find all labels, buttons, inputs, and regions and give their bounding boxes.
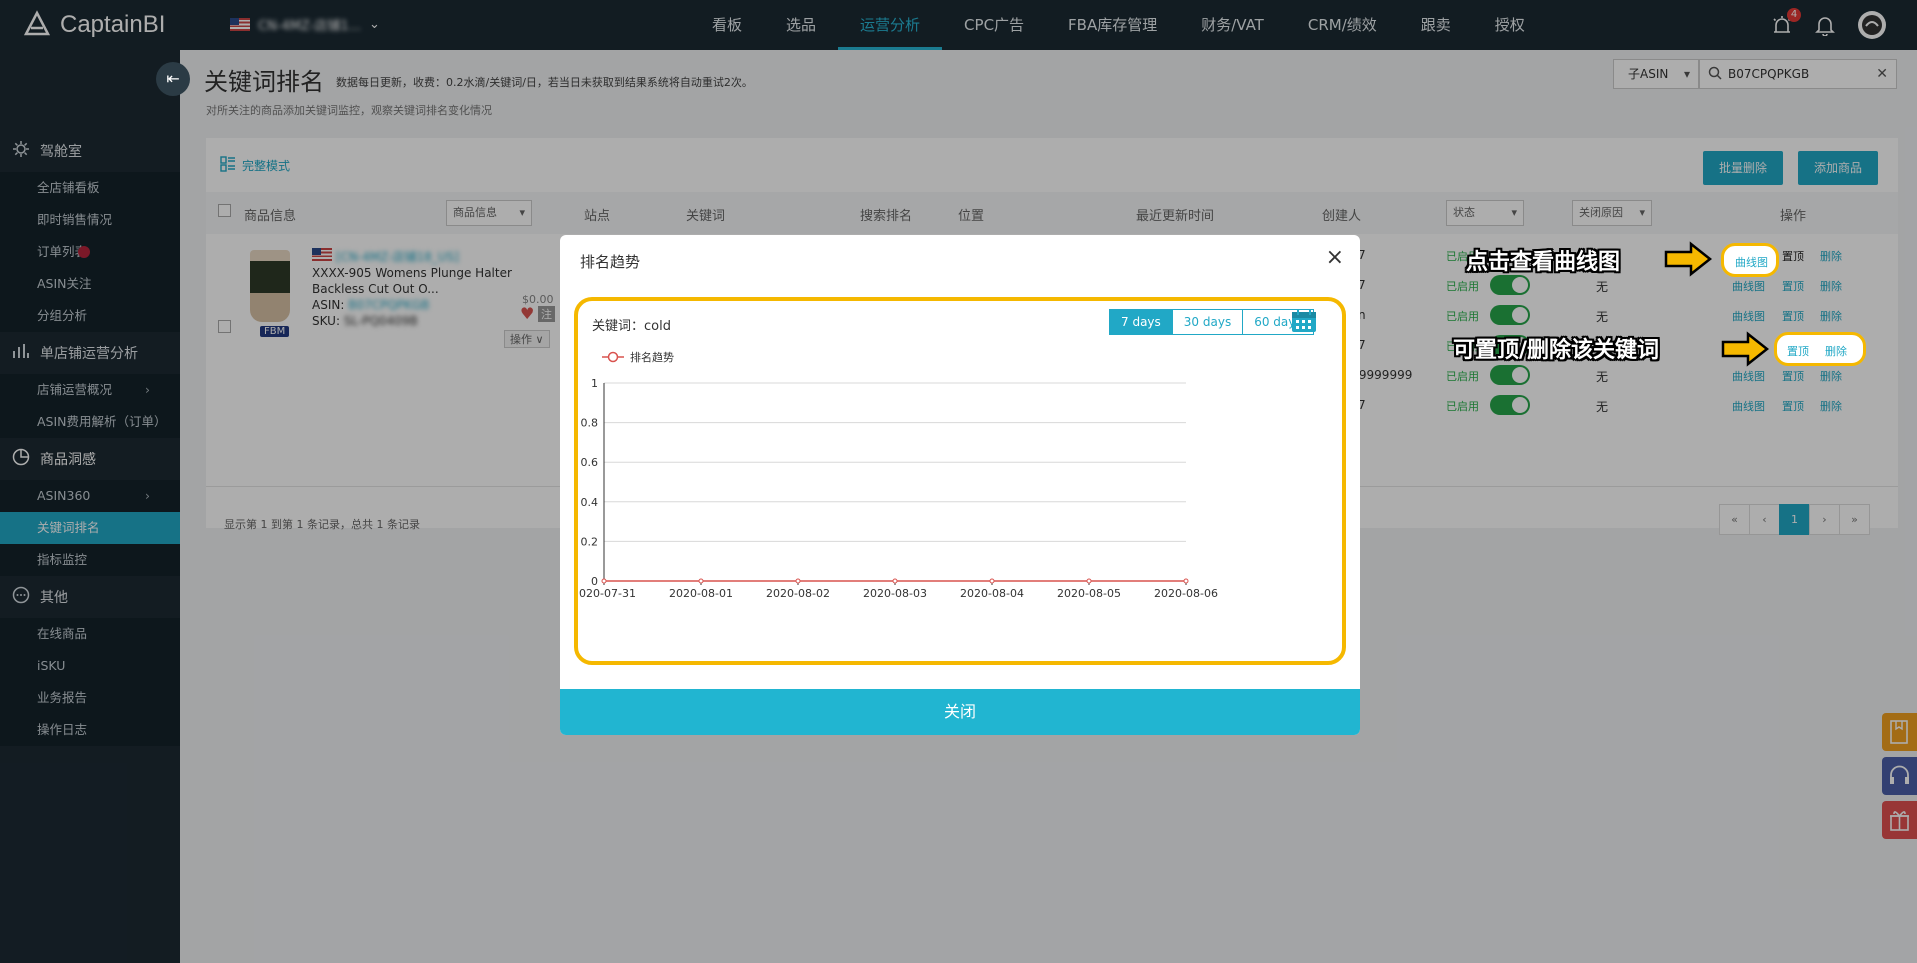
data-point bbox=[601, 578, 607, 584]
pin-delete-highlight-ring: 置顶 删除 bbox=[1774, 332, 1866, 366]
y-tick-label: 0.4 bbox=[581, 496, 599, 509]
data-point bbox=[989, 578, 995, 584]
rank-trend-chart: 排名趋势 10.80.60.40.20 2020-07-31 2020-08-01… bbox=[578, 350, 1218, 600]
y-tick-label: 0.2 bbox=[581, 535, 599, 548]
close-icon[interactable]: × bbox=[1326, 245, 1344, 270]
range-7-days-button[interactable]: 7 days bbox=[1109, 309, 1173, 335]
chart-series bbox=[601, 578, 1189, 584]
pin-top-link[interactable]: 置顶 bbox=[1787, 343, 1809, 359]
y-tick-label: 0.6 bbox=[581, 456, 599, 469]
y-tick-label: 0.8 bbox=[581, 417, 599, 430]
rank-trend-modal: 排名趋势 × 关键词：cold 7 days 30 days 60 days 排… bbox=[560, 235, 1360, 735]
modal-title: 排名趋势 bbox=[580, 253, 641, 271]
y-tick-label: 1 bbox=[591, 377, 598, 390]
data-point bbox=[698, 578, 704, 584]
data-point bbox=[1183, 578, 1189, 584]
legend-label: 排名趋势 bbox=[630, 350, 674, 364]
legend-marker bbox=[607, 351, 619, 363]
x-tick-label: 2020-08-03 bbox=[863, 587, 927, 600]
delete-link[interactable]: 删除 bbox=[1825, 343, 1847, 359]
keyword-value: cold bbox=[644, 319, 671, 334]
modal-close-button[interactable]: 关闭 bbox=[560, 689, 1360, 735]
x-tick-label: 2020-08-06 bbox=[1154, 587, 1218, 600]
x-tick-label: 2020-08-02 bbox=[766, 587, 830, 600]
data-point bbox=[795, 578, 801, 584]
keyword-display: 关键词：cold bbox=[592, 315, 671, 334]
sidebar-collapse-button[interactable]: ⇤ bbox=[156, 62, 190, 96]
range-selector: 7 days 30 days 60 days bbox=[1109, 309, 1314, 335]
chart-grid bbox=[604, 382, 1186, 582]
calendar-icon[interactable] bbox=[1290, 307, 1318, 335]
collapse-menu-icon: ⇤ bbox=[166, 69, 180, 88]
chart-x-axis: 2020-07-31 2020-08-01 2020-08-02 2020-08-03… bbox=[578, 580, 1218, 600]
annotation-curve-text: 点击查看曲线图 bbox=[1466, 250, 1621, 275]
chart-legend: 排名趋势 bbox=[602, 350, 674, 364]
arrow-right-icon bbox=[1721, 331, 1770, 367]
chart-panel: 关键词：cold 7 days 30 days 60 days 排名趋势 1 0.… bbox=[574, 297, 1346, 665]
x-tick-label: 2020-08-05 bbox=[1057, 587, 1121, 600]
range-30-days-button[interactable]: 30 days bbox=[1171, 309, 1244, 335]
arrow-right-icon bbox=[1664, 241, 1713, 277]
curve-highlight-ring: 曲线图 bbox=[1721, 243, 1779, 277]
data-point bbox=[892, 578, 898, 584]
x-tick-label: 2020-08-01 bbox=[669, 587, 733, 600]
data-point bbox=[1086, 578, 1092, 584]
keyword-label: 关键词： bbox=[592, 319, 645, 334]
x-tick-label: 2020-07-31 bbox=[578, 587, 636, 600]
x-tick-label: 2020-08-04 bbox=[960, 587, 1024, 600]
curve-link[interactable]: 曲线图 bbox=[1735, 254, 1768, 270]
annotation-pin-delete-text: 可置顶/删除该关键词 bbox=[1453, 338, 1660, 363]
chart-y-axis: 10.80.60.40.20 bbox=[581, 377, 605, 588]
